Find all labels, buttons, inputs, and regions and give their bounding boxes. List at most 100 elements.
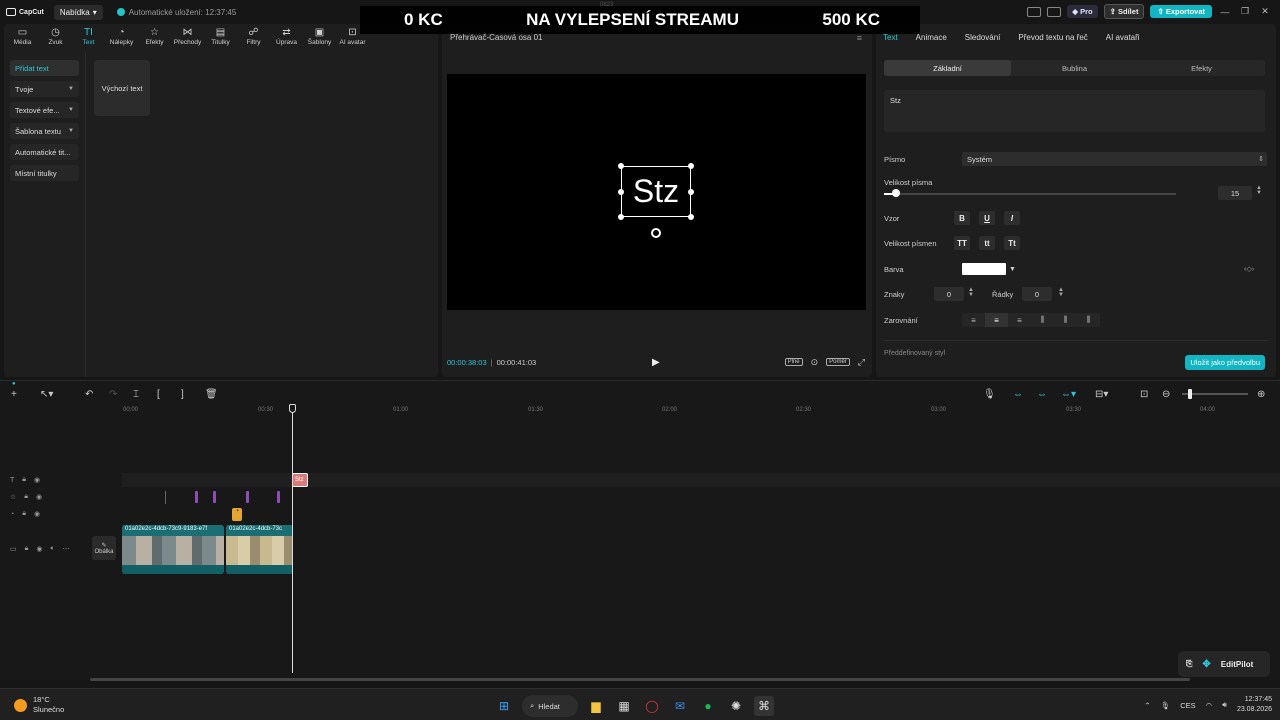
align-bottom-icon[interactable]: ⫼	[1077, 313, 1100, 327]
more-icon[interactable]: ⋯	[63, 545, 70, 553]
chevron-down-icon[interactable]: ▼	[1009, 266, 1016, 273]
share-button[interactable]: ⇪ Sdílet	[1103, 4, 1145, 19]
video-clip[interactable]: 01a02e2c-4dcb-73c9-9183-e7f	[122, 525, 224, 574]
link-icon[interactable]: ⇔▾	[1061, 389, 1076, 400]
resize-handle-r[interactable]	[688, 189, 694, 195]
category-auto-captions[interactable]: Automatické tit...	[10, 144, 79, 160]
resize-handle-tr[interactable]	[688, 163, 694, 169]
opera-icon[interactable]: ◯	[642, 696, 662, 716]
subtab-effects[interactable]: Efekty	[1138, 60, 1265, 76]
tool-filters[interactable]: ☍ Filtry	[237, 24, 270, 50]
italic-button[interactable]: I	[1004, 211, 1020, 225]
undo-icon[interactable]: ↶	[85, 389, 93, 400]
category-text-effects[interactable]: Textové efe... ▼	[10, 102, 79, 118]
eye-icon[interactable]: ◉	[36, 493, 42, 501]
resize-handle-tl[interactable]	[618, 163, 624, 169]
text-content-input[interactable]: Stz	[884, 90, 1265, 132]
font-size-input[interactable]: 15	[1218, 186, 1252, 200]
font-size-stepper-icon[interactable]: ▲ ▼	[1256, 185, 1262, 196]
timeline-ruler[interactable]: 00:00 00:30 01:00 01:30 02:00 02:30 03:0…	[90, 405, 1280, 417]
align-middle-icon[interactable]: ⫼	[1054, 313, 1077, 327]
menu-button[interactable]: Nabídka ▾	[53, 4, 103, 20]
store-icon[interactable]: ▦	[614, 696, 634, 716]
lowercase-button[interactable]: tt	[979, 236, 995, 250]
menu-icon[interactable]: ≡	[857, 33, 862, 43]
lock-icon[interactable]: 🔒︎	[24, 493, 28, 501]
microphone-icon[interactable]: 🎙	[983, 389, 996, 400]
microphone-icon[interactable]: 🎙	[1161, 701, 1171, 710]
tab-text[interactable]: Text	[883, 33, 898, 42]
lock-icon[interactable]: 🔒︎	[25, 545, 29, 553]
timeline-scrollbar[interactable]	[90, 678, 1190, 681]
tool-adjust[interactable]: ⇄ Úprava	[270, 24, 303, 50]
trim-left-icon[interactable]: [	[157, 389, 160, 400]
eye-icon[interactable]: ◉	[34, 510, 40, 518]
align-left-icon[interactable]: ≡	[962, 313, 985, 327]
line-spacing-input[interactable]: 0	[1022, 287, 1052, 301]
zoom-out-icon[interactable]: ⊖	[1162, 389, 1170, 400]
chatgpt-icon[interactable]: ✺	[726, 696, 746, 716]
keyframe-icon[interactable]: ‹◇›	[1244, 265, 1254, 273]
fit-icon[interactable]: ⊡	[1140, 389, 1148, 400]
subtab-basic[interactable]: Základní	[884, 60, 1011, 76]
preview-axis-icon[interactable]: ⊟▾	[1095, 389, 1108, 400]
lock-icon[interactable]: 🔒︎	[22, 510, 26, 518]
zoom-slider-knob[interactable]	[1188, 389, 1192, 399]
tab-ai-avatars[interactable]: AI avataři	[1106, 33, 1140, 42]
link-main-track-icon[interactable]: ⇔	[1013, 389, 1023, 400]
font-select[interactable]: Systém ⇕	[962, 152, 1267, 166]
line-spacing-stepper-icon[interactable]: ▲ ▼	[1058, 287, 1064, 298]
export-button[interactable]: ⇧ Exportovat	[1150, 5, 1212, 18]
char-spacing-input[interactable]: 0	[934, 287, 964, 301]
tool-templates[interactable]: ▣ Šablony	[303, 24, 336, 50]
char-spacing-stepper-icon[interactable]: ▲ ▼	[968, 287, 974, 298]
taskbar-search[interactable]: ⌕ Hledat	[522, 695, 578, 717]
playhead[interactable]	[292, 407, 293, 673]
editpilot-widget[interactable]: ⎘ ✥ EditPilot	[1178, 651, 1270, 677]
speaker-icon[interactable]: 🔈︎	[50, 545, 54, 553]
tab-tracking[interactable]: Sledování	[965, 33, 1001, 42]
weather-widget[interactable]: 18°C Slunečno	[14, 695, 64, 715]
tool-captions[interactable]: ▤ Titulky	[204, 24, 237, 50]
category-text-template[interactable]: Šablona textu ▼	[10, 123, 79, 139]
sticker-marker[interactable]	[246, 491, 249, 503]
video-clip[interactable]: 01a02e2c-4dcb-73c	[226, 525, 293, 574]
tool-effects[interactable]: ☆ Efekty	[138, 24, 171, 50]
resize-handle-bl[interactable]	[618, 214, 624, 220]
align-top-icon[interactable]: ⫼	[1031, 313, 1054, 327]
category-add-text[interactable]: Přidat text	[10, 60, 79, 76]
shortcuts-icon[interactable]	[1047, 6, 1062, 17]
font-size-slider-knob[interactable]	[892, 189, 900, 197]
resize-handle-l[interactable]	[618, 189, 624, 195]
volume-icon[interactable]: 🔊︎	[1222, 700, 1227, 710]
clipboard-icon[interactable]: ⎘	[1186, 659, 1192, 669]
windows-start-icon[interactable]: ⊞	[494, 696, 514, 716]
titlecase-button[interactable]: Tt	[1004, 236, 1020, 250]
bold-button[interactable]: B	[954, 211, 970, 225]
sticker-marker[interactable]	[165, 491, 166, 504]
sticker-marker[interactable]	[277, 491, 280, 503]
category-yours[interactable]: Tvoje ▼	[10, 81, 79, 97]
preview-canvas[interactable]: Stz	[447, 74, 866, 310]
align-center-icon[interactable]: ≡	[985, 313, 1008, 327]
playhead-handle[interactable]	[289, 404, 296, 413]
default-text-card[interactable]: Výchozí text	[94, 60, 150, 116]
redo-icon[interactable]: ↷	[109, 389, 117, 400]
save-preset-button[interactable]: Uložit jako předvolbu	[1185, 355, 1265, 370]
play-icon[interactable]: ▶	[652, 357, 660, 368]
file-explorer-icon[interactable]: ▆	[586, 696, 606, 716]
capcut-taskbar-icon[interactable]: ⌘	[754, 696, 774, 716]
rotate-icon[interactable]	[651, 228, 661, 238]
chevron-up-icon[interactable]: ⌃	[1144, 701, 1150, 710]
sticker-marker[interactable]	[213, 491, 216, 503]
tool-stickers[interactable]: ◔ Nálepky	[105, 24, 138, 50]
mail-icon[interactable]: ✉	[670, 696, 690, 716]
trim-right-icon[interactable]: ]	[181, 389, 184, 400]
snapshot-icon[interactable]: ⊙	[811, 357, 819, 368]
spotify-icon[interactable]: ●	[698, 696, 718, 716]
zoom-in-icon[interactable]: ⊕	[1257, 389, 1265, 400]
sticker-marker[interactable]	[195, 491, 198, 503]
ratio-button[interactable]: Poměr	[826, 358, 850, 366]
lock-icon[interactable]: 🔒︎	[22, 476, 26, 484]
magnet-icon[interactable]: ⇔	[1037, 389, 1047, 400]
